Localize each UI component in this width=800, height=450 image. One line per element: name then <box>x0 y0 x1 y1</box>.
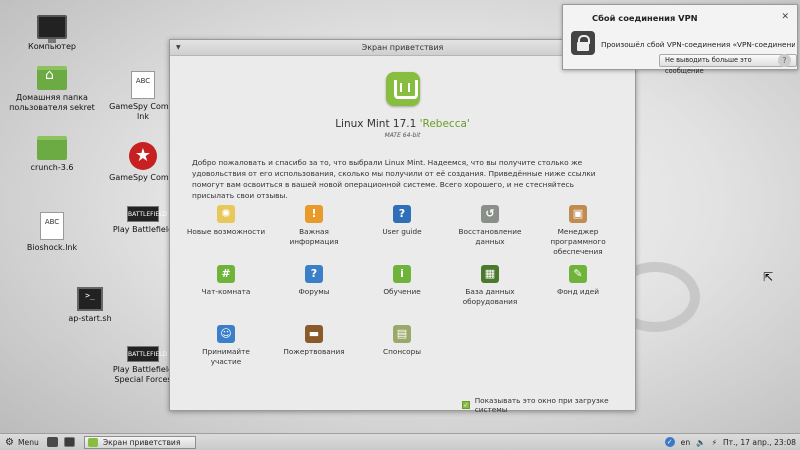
welcome-link-label: Менеджер программного обеспечения <box>550 227 606 256</box>
sun-icon: ✺ <box>217 205 235 223</box>
info-icon: i <box>393 265 411 283</box>
product-codename: 'Rebecca' <box>419 118 470 130</box>
desktop-icon-label: ap-start.sh <box>68 314 112 323</box>
welcome-link-item[interactable]: ▦ База данных оборудования <box>446 265 534 317</box>
bottom-panel: ⚙ Menu Экран приветствия ✓ en 🔈 ⚡ Пт., 1… <box>0 433 800 450</box>
welcome-link-item[interactable]: ? Форумы <box>270 265 358 317</box>
battlefield-icon: BATTLEFIELD <box>127 346 167 362</box>
welcome-link-label: Принимайте участие <box>202 347 250 366</box>
gamespy-star-icon: ★ <box>129 142 157 170</box>
mint-app-icon <box>87 437 98 447</box>
computer-icon <box>37 15 67 43</box>
welcome-link-label: User guide <box>382 227 422 236</box>
network-icon[interactable]: ⚡ <box>712 438 717 447</box>
desktop-icon-label: Play Battlefield Special Forces <box>112 365 174 384</box>
terminal-launcher-icon[interactable] <box>63 437 75 447</box>
chat-icon: # <box>217 265 235 283</box>
welcome-links-grid: ✺ Новые возможности! Важная информация? Use… <box>182 205 622 377</box>
welcome-link-item[interactable]: ▬ Пожертвования <box>270 325 358 377</box>
mouse-pointer-icon: ⇱ <box>763 270 774 284</box>
welcome-link-label: Обучение <box>383 287 421 296</box>
wallet-icon: ▬ <box>305 325 323 343</box>
terminal-script-icon: >_ <box>77 287 103 311</box>
linux-mint-logo-icon <box>385 72 420 106</box>
welcome-text: Добро пожаловать и спасибо за то, что вы… <box>192 158 596 200</box>
desktop-icon-label: Bioshock.lnk <box>26 243 78 252</box>
volume-icon[interactable]: 🔈 <box>696 438 705 447</box>
desktop-icon-label: Play Battlefield <box>112 225 174 234</box>
window-title: Экран приветствия <box>361 43 444 52</box>
sponsors-icon: ▤ <box>393 325 411 343</box>
notification-title: Сбой соединения VPN <box>592 13 698 23</box>
gear-icon: ⚙ <box>5 436 14 448</box>
welcome-link-item[interactable]: ✎ Фонд идей <box>534 265 622 317</box>
menu-button[interactable]: ⚙ Menu <box>0 437 44 448</box>
welcome-link-item[interactable]: ✺ Новые возможности <box>182 205 270 257</box>
shortcut-file-icon: ABC <box>40 212 64 240</box>
welcome-link-label: Пожертвования <box>283 347 345 356</box>
desktop-icon-home[interactable]: Домашняя папка пользователя sekret <box>7 66 97 113</box>
dont-show-again-button[interactable]: Не выводить больше это сообщение <box>659 54 797 75</box>
home-folder-icon <box>37 66 67 90</box>
welcome-link-item[interactable]: ↺ Восстановление данных <box>446 205 534 257</box>
taskbar-item-label: Экран приветствия <box>102 437 181 447</box>
welcome-link-label: Важная информация <box>289 227 339 246</box>
welcome-link-item[interactable]: # Чат-комната <box>182 265 270 317</box>
taskbar-item-welcome[interactable]: Экран приветствия <box>83 435 196 449</box>
battlefield-icon: BATTLEFIELD <box>127 206 167 222</box>
update-manager-icon[interactable]: ✓ <box>664 437 675 447</box>
welcome-link-label: Чат-комната <box>201 287 251 296</box>
welcome-link-label: Спонсоры <box>383 347 421 356</box>
desktop-icon-computer[interactable]: Компьютер <box>7 15 97 52</box>
backup-icon: ↺ <box>481 205 499 223</box>
menu-label: Menu <box>17 437 39 447</box>
welcome-link-item[interactable]: ▣ Менеджер программного обеспечения <box>534 205 622 257</box>
package-icon: ▣ <box>569 205 587 223</box>
welcome-link-label: База данных оборудования <box>462 287 518 306</box>
welcome-link-item[interactable]: ! Важная информация <box>270 205 358 257</box>
idea-icon: ✎ <box>569 265 587 283</box>
notification-body: Произошёл сбой VPN-соединения «VPN-соеди… <box>601 40 795 49</box>
warning-icon: ! <box>305 205 323 223</box>
desktop-icon-label: GameSpy Comra lnk <box>109 102 177 121</box>
hardware-icon: ▦ <box>481 265 499 283</box>
system-tray: ✓ en 🔈 ⚡ Пт., 17 апр., 23:08 <box>664 437 800 447</box>
desktop-icon-label: Компьютер <box>28 42 76 51</box>
desktop-icon-bioshock[interactable]: ABC Bioshock.lnk <box>7 212 97 253</box>
vpn-notification: Сбой соединения VPN ✕ Произошёл сбой VPN… <box>562 4 798 75</box>
lock-icon <box>571 31 595 55</box>
welcome-link-item[interactable]: i Обучение <box>358 265 446 317</box>
window-menu-icon[interactable]: ▼ <box>176 40 181 56</box>
product-name: Linux Mint 17.1 <box>335 118 417 130</box>
product-title: Linux Mint 17.1 'Rebecca' <box>170 118 635 130</box>
close-icon[interactable]: ✕ <box>781 12 789 22</box>
welcome-link-label: Новые возможности <box>186 227 266 236</box>
welcome-window: ▼ Экран приветствия Linux Mint 17.1 'Reb… <box>169 39 636 414</box>
keyboard-layout-indicator[interactable]: en <box>681 438 691 447</box>
show-on-startup-checkbox[interactable]: ✓ <box>462 401 470 409</box>
clock[interactable]: Пт., 17 апр., 23:08 <box>723 438 796 447</box>
welcome-link-item[interactable]: ? User guide <box>358 205 446 257</box>
people-icon: ☺ <box>217 325 235 343</box>
shortcut-file-icon: ABC <box>131 71 155 99</box>
help-icon[interactable]: ? <box>778 54 791 67</box>
forum-icon: ? <box>305 265 323 283</box>
desktop-icon-ap-start[interactable]: >_ ap-start.sh <box>45 287 135 324</box>
welcome-link-label: Восстановление данных <box>458 227 522 246</box>
welcome-link-item[interactable]: ▤ Спонсоры <box>358 325 446 377</box>
welcome-link-item[interactable]: ☺ Принимайте участие <box>182 325 270 377</box>
show-desktop-icon[interactable] <box>46 437 58 447</box>
folder-icon <box>37 136 67 160</box>
help-book-icon: ? <box>393 205 411 223</box>
desktop-icon-label: crunch-3.6 <box>30 163 74 172</box>
product-edition: MATE 64-bit <box>384 132 421 139</box>
welcome-link-label: Форумы <box>298 287 330 296</box>
desktop-icon-crunch[interactable]: crunch-3.6 <box>7 136 97 173</box>
desktop-icon-label: GameSpy Comra <box>109 173 177 182</box>
show-on-startup-option[interactable]: ✓ Показывать это окно при загрузке систе… <box>462 396 635 414</box>
welcome-link-label: Фонд идей <box>557 287 599 296</box>
show-on-startup-label: Показывать это окно при загрузке системы <box>474 396 609 414</box>
desktop-icon-label: Домашняя папка пользователя sekret <box>9 93 95 112</box>
